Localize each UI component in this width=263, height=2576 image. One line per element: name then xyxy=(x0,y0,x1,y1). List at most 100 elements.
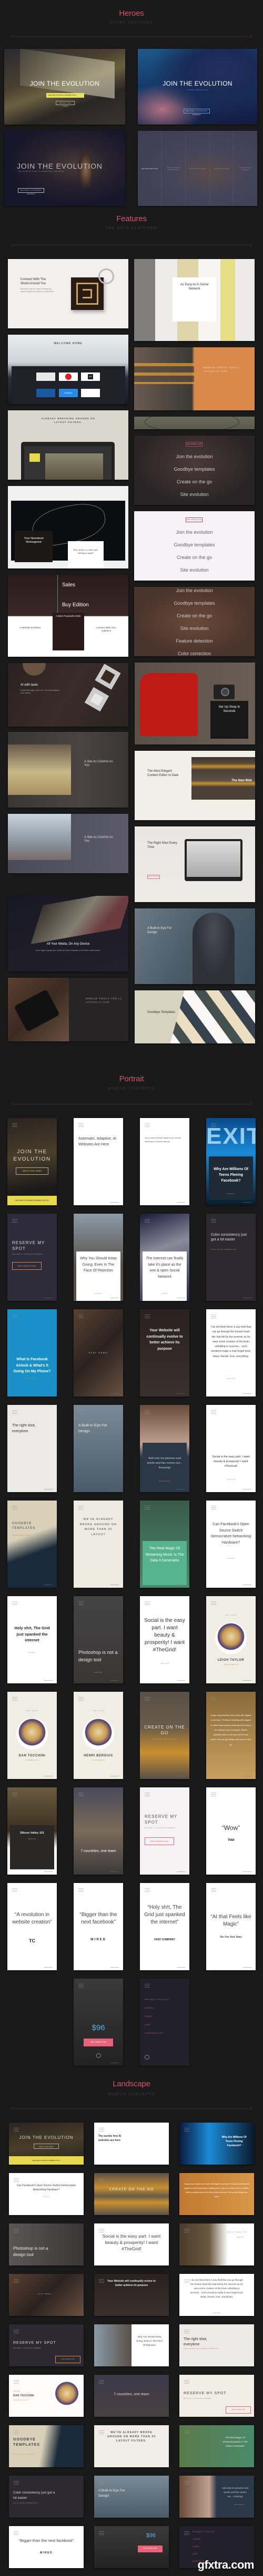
feature-card[interactable]: WELCOME HOME NY Dropbox xyxy=(8,335,128,404)
hamburger-menu-icon[interactable] xyxy=(12,1601,17,1605)
portrait-card[interactable]: Holy sh!t, The Grid just spanked the int… xyxy=(7,1596,57,1683)
hamburger-menu-icon[interactable] xyxy=(12,1410,17,1414)
hamburger-menu-icon[interactable] xyxy=(12,1888,17,1892)
feature-card[interactable]: ALREADY BREAKING GROUND ON LAYOUT FILTER… xyxy=(8,410,128,480)
founding-member-bar[interactable]: BECOME FOUNDING MEMBER #1172 xyxy=(9,2156,84,2165)
menu-item[interactable]: CONTACT US xyxy=(145,2032,164,2034)
hamburger-menu-icon[interactable] xyxy=(12,1793,17,1796)
hamburger-menu-icon[interactable] xyxy=(12,1123,17,1127)
hamburger-menu-icon[interactable] xyxy=(12,1315,17,1318)
hero-column[interactable]: WANT WEB WITH PERSONALITY xyxy=(162,131,186,206)
hamburger-menu-icon[interactable] xyxy=(99,2380,104,2384)
hamburger-menu-icon[interactable] xyxy=(78,1315,84,1318)
pre-order-button[interactable]: PRE-ORDER NOW xyxy=(226,2406,251,2414)
hamburger-menu-icon[interactable] xyxy=(78,1506,84,1509)
landscape-card[interactable]: DAN TOCCHINI FOUNDER & CEO THE TEAM xyxy=(9,2375,84,2417)
landscape-card[interactable]: The Real Magic Of Streaming Music Is The… xyxy=(179,2425,254,2467)
hamburger-menu-icon[interactable] xyxy=(211,1315,216,1318)
hamburger-menu-icon[interactable] xyxy=(14,2481,19,2485)
hamburger-menu-icon[interactable] xyxy=(78,1601,84,1605)
feature-card[interactable]: Sales Buy Edition A Website Evolution A … xyxy=(8,575,128,657)
hamburger-menu-icon[interactable] xyxy=(14,2178,19,2182)
hamburger-menu-icon[interactable] xyxy=(145,1315,150,1318)
menu-item[interactable]: JOB xyxy=(193,2553,198,2555)
portrait-card[interactable]: Add only my pictures and words and this … xyxy=(140,1405,189,1492)
feature-card[interactable]: Connect With The World Around You Busine… xyxy=(8,259,128,328)
landscape-card[interactable]: Photoshop is not a design tool xyxy=(9,2223,84,2265)
portrait-card[interactable]: Drag-n-drop builders don't work with fin… xyxy=(206,1692,256,1779)
landscape-card[interactable]: “Bigger than the next facebook” WIRED xyxy=(9,2526,84,2568)
hamburger-menu-icon[interactable] xyxy=(211,1793,216,1796)
hamburger-menu-icon[interactable] xyxy=(184,2279,189,2283)
hamburger-menu-icon[interactable] xyxy=(211,1888,216,1892)
hero-card[interactable]: JOIN THE EVOLUTION BECOME FOUNDING MEMBE… xyxy=(4,49,125,125)
feature-card[interactable]: AI with taste It feels like magic, but i… xyxy=(8,663,128,727)
menu-item[interactable]: Site evolution xyxy=(134,567,255,573)
portrait-card[interactable]: PLAY DEMO xyxy=(74,1309,123,1396)
landscape-card[interactable]: The worlds first AI websites are here xyxy=(94,2123,169,2165)
hamburger-menu-icon[interactable] xyxy=(99,2229,104,2232)
menu-item[interactable]: JOB xyxy=(145,2023,150,2026)
hamburger-menu-icon[interactable] xyxy=(99,2481,104,2485)
feature-card[interactable]: A Built-in Eye For Design xyxy=(135,908,255,984)
hamburger-menu-icon[interactable] xyxy=(145,1219,150,1223)
hamburger-menu-icon[interactable] xyxy=(78,1410,84,1414)
menu-item[interactable]: Goodbye templates xyxy=(134,467,255,472)
hamburger-menu-icon[interactable] xyxy=(14,2229,19,2232)
portrait-card[interactable]: JOIN THE EVOLUTION WATCH THE VIDEO BECOME … xyxy=(7,1118,57,1205)
settings-icon[interactable] xyxy=(145,2055,149,2060)
watch-video-button[interactable]: WATCH THE VIDEO xyxy=(56,101,75,107)
become-founding-member-button[interactable]: BECOME FOUNDING MEMBER #1172 xyxy=(46,93,84,98)
menu-item[interactable]: PRIVACY POLICY xyxy=(193,2531,215,2533)
menu-item[interactable]: Join the evolution xyxy=(134,588,255,593)
portrait-card[interactable]: 7 countries, one team xyxy=(74,1787,123,1875)
hamburger-menu-icon[interactable] xyxy=(78,1984,84,1988)
menu-item[interactable]: LEGAL xyxy=(145,2006,154,2009)
hamburger-menu-icon[interactable] xyxy=(14,2380,19,2384)
portrait-card[interactable]: The Internet can finally take it's place… xyxy=(140,1214,189,1301)
menu-item[interactable]: Join the evolution xyxy=(134,454,255,459)
feature-card[interactable]: PRE-ORDER NOW Join the evolution Goodbye… xyxy=(134,511,255,581)
portrait-card[interactable]: Automatic, Adaptive, AI Websites Are Her… xyxy=(74,1118,123,1205)
portrait-card[interactable]: What Is Facebook Airlock & What's It Doi… xyxy=(7,1309,57,1396)
hamburger-menu-icon[interactable] xyxy=(184,2178,189,2182)
pre-order-button[interactable]: PRE-ORDER NOW xyxy=(138,2546,163,2552)
founding-member-bar[interactable]: BECOME FOUNDING MEMBER #11732 xyxy=(7,1196,57,1205)
menu-item[interactable]: Create on the go xyxy=(134,479,255,484)
hamburger-menu-icon[interactable] xyxy=(14,2531,19,2535)
portrait-card[interactable]: Photoshop is not a design tool MEDIUM xyxy=(74,1596,123,1683)
hamburger-menu-icon[interactable] xyxy=(145,1888,150,1892)
hamburger-menu-icon[interactable] xyxy=(14,2279,19,2283)
feature-card[interactable]: Join the evolution Goodbye templates Cre… xyxy=(134,587,255,656)
hamburger-menu-icon[interactable] xyxy=(211,1697,216,1701)
menu-item[interactable]: Create on the go xyxy=(134,613,255,618)
landscape-card[interactable]: PLAY DEMO xyxy=(9,2274,84,2316)
hamburger-menu-icon[interactable] xyxy=(145,1506,150,1509)
hamburger-menu-icon[interactable] xyxy=(99,2430,104,2434)
portrait-card[interactable]: GOODBYE TEMPLATES HELLO LAYOUT FILTERS xyxy=(7,1501,57,1588)
portrait-card[interactable]: RESERVE MY SPOT BECOME A FOUNDING MEMBER P… xyxy=(140,1787,189,1875)
hamburger-menu-icon[interactable] xyxy=(12,1219,17,1223)
hamburger-menu-icon[interactable] xyxy=(78,1123,84,1127)
landscape-card[interactable]: Silicon Valley 101 MEDIUM xyxy=(179,2223,254,2265)
menu-item[interactable]: Site evolution xyxy=(134,626,255,631)
portrait-card[interactable]: I do not think there is any thrill that … xyxy=(206,1309,256,1396)
feature-card[interactable]: A Site As Colorful As You xyxy=(8,814,128,873)
portrait-card[interactable]: A Built-In Eye For Design xyxy=(74,1405,123,1492)
hamburger-menu-icon[interactable] xyxy=(145,1123,150,1127)
pre-order-button[interactable]: PRE-ORDER NOW xyxy=(12,1262,42,1270)
pre-order-button[interactable]: WATCH THE VIDEO xyxy=(34,2144,59,2149)
watch-video-button[interactable]: WATCH THE VIDEO xyxy=(16,1167,48,1175)
hamburger-menu-icon[interactable] xyxy=(184,2481,189,2485)
portrait-card[interactable]: “AI that Feels like Magic” The New York T… xyxy=(206,1883,256,1970)
portrait-card[interactable]: RESERVE MY SPOT BECOME A FOUNDING MEMBER P… xyxy=(7,1214,57,1301)
hamburger-menu-icon[interactable] xyxy=(184,2128,189,2132)
portrait-card[interactable]: $96 PRE-ORDER NOW xyxy=(74,1979,123,2066)
landscape-card[interactable]: Add only my pictures and words and this … xyxy=(179,2476,254,2518)
hero-column[interactable]: ANYONE CAN CREATE xyxy=(186,131,210,206)
hamburger-menu-icon[interactable] xyxy=(99,2531,104,2535)
hamburger-menu-icon[interactable] xyxy=(78,1219,84,1223)
portrait-card[interactable]: CREATE ON THE GO LET THE AI DO THE HARD W… xyxy=(140,1692,189,1779)
landscape-card[interactable]: CREATE ON THE GO xyxy=(94,2173,169,2215)
hamburger-menu-icon[interactable] xyxy=(211,1506,216,1509)
